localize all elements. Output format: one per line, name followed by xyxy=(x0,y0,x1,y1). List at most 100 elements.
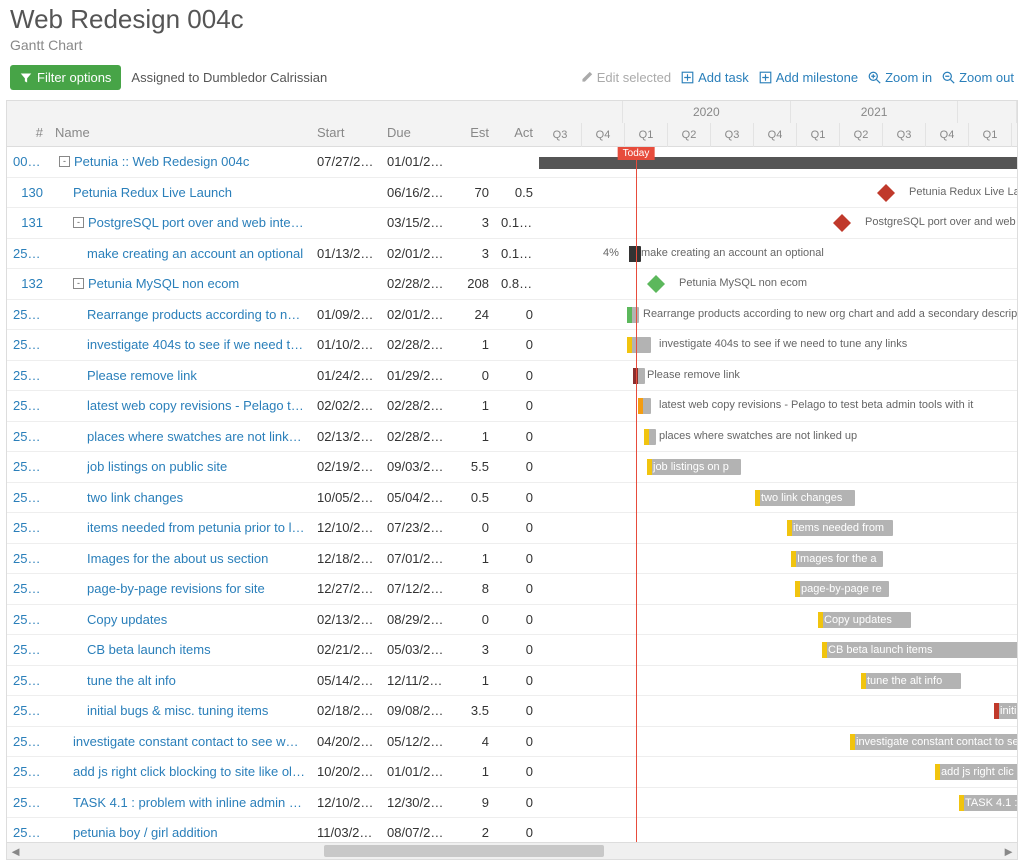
task-row[interactable]: 25169 add js right click blocking to site… xyxy=(7,757,539,788)
task-row[interactable]: 25158tune the alt info05/14/202112/11/20… xyxy=(7,666,539,697)
task-bar[interactable]: Copy updates xyxy=(818,612,911,628)
task-bar[interactable]: Images for the a xyxy=(791,551,883,567)
task-name-link[interactable]: make creating an account an optional xyxy=(87,246,303,261)
task-name-link[interactable]: Copy updates xyxy=(87,612,167,627)
scroll-right-button[interactable]: ► xyxy=(1000,843,1017,859)
collapse-toggle[interactable]: - xyxy=(73,278,84,289)
task-name-link[interactable]: Petunia MySQL non ecom xyxy=(88,276,239,291)
task-id[interactable]: 25149 xyxy=(7,612,49,627)
task-name-link[interactable]: PostgreSQL port over and web integration xyxy=(88,215,305,230)
task-name-link[interactable]: tune the alt info xyxy=(87,673,176,688)
task-bar[interactable]: TASK 4.1 : xyxy=(959,795,1017,811)
collapse-toggle[interactable]: - xyxy=(73,217,84,228)
milestone-diamond[interactable] xyxy=(647,275,665,293)
task-id[interactable]: 25169 xyxy=(7,764,49,779)
task-id[interactable]: 25157 xyxy=(7,429,49,444)
task-id[interactable]: 25135 xyxy=(7,581,49,596)
task-row[interactable]: 25123petunia boy / girl addition11/03/20… xyxy=(7,818,539,842)
task-row[interactable]: 132-Petunia MySQL non ecom02/28/20202080… xyxy=(7,269,539,300)
task-row[interactable]: 25162two link changes10/05/202005/04/202… xyxy=(7,483,539,514)
task-name-link[interactable]: Rearrange products according to new org … xyxy=(87,307,305,322)
scroll-thumb[interactable] xyxy=(324,845,604,857)
task-row[interactable]: 25144 items needed from petunia prior to … xyxy=(7,513,539,544)
col-header-name[interactable]: Name xyxy=(49,101,311,146)
col-header-act[interactable]: Act xyxy=(495,101,539,146)
task-bar[interactable]: job listings on p xyxy=(647,459,741,475)
task-name-link[interactable]: add js right click blocking to site like… xyxy=(73,764,305,779)
task-id[interactable]: 25142 xyxy=(7,459,49,474)
task-name-link[interactable]: page-by-page revisions for site xyxy=(87,581,265,596)
task-row[interactable]: 25127 make creating an account an optiona… xyxy=(7,239,539,270)
task-bar[interactable]: page-by-page re xyxy=(795,581,889,597)
task-name-link[interactable]: items needed from petunia prior to launc… xyxy=(87,520,305,535)
filter-options-button[interactable]: Filter options xyxy=(10,65,121,90)
task-row[interactable]: 25102 investigate constant contact to see… xyxy=(7,727,539,758)
task-name-link[interactable]: Petunia :: Web Redesign 004c xyxy=(74,154,249,169)
task-name-link[interactable]: places where swatches are not linked up xyxy=(87,429,305,444)
task-name-link[interactable]: latest web copy revisions - Pelago to te… xyxy=(87,398,305,413)
task-row[interactable]: 25138Please remove link01/24/202001/29/2… xyxy=(7,361,539,392)
task-row[interactable]: 25147CB beta launch items02/21/202105/03… xyxy=(7,635,539,666)
milestone-diamond[interactable] xyxy=(833,214,851,232)
task-row[interactable]: 25155 investigate 404s to see if we need … xyxy=(7,330,539,361)
col-header-due[interactable]: Due xyxy=(381,101,451,146)
scroll-left-button[interactable]: ◄ xyxy=(7,843,24,859)
task-name-link[interactable]: Images for the about us section xyxy=(87,551,268,566)
milestone-diamond[interactable] xyxy=(877,184,895,202)
task-row[interactable]: 00474-Petunia :: Web Redesign 004c07/27/… xyxy=(7,147,539,178)
summary-bar[interactable] xyxy=(539,157,1017,169)
add-milestone-button[interactable]: Add milestone xyxy=(759,70,858,85)
task-name-link[interactable]: investigate constant contact to see what… xyxy=(73,734,305,749)
task-id[interactable]: 131 xyxy=(7,215,49,230)
zoom-in-button[interactable]: Zoom in xyxy=(868,70,932,85)
task-row[interactable]: 25135page-by-page revisions for site12/2… xyxy=(7,574,539,605)
task-row[interactable]: 25108 TASK 4.1 : problem with inline admi… xyxy=(7,788,539,819)
task-row[interactable]: 25125 Rearrange products according to new… xyxy=(7,300,539,331)
edit-selected-button[interactable]: Edit selected xyxy=(580,70,671,85)
task-name-link[interactable]: Petunia Redux Live Launch xyxy=(73,185,232,200)
task-id[interactable]: 25125 xyxy=(7,307,49,322)
task-row[interactable]: 130Petunia Redux Live Launch06/16/202170… xyxy=(7,178,539,209)
task-id[interactable]: 25153 xyxy=(7,398,49,413)
zoom-out-button[interactable]: Zoom out xyxy=(942,70,1014,85)
task-id[interactable]: 00474 xyxy=(7,154,49,169)
task-id[interactable]: 25144 xyxy=(7,520,49,535)
task-name-link[interactable]: initial bugs & misc. tuning items xyxy=(87,703,268,718)
task-name-link[interactable]: job listings on public site xyxy=(87,459,227,474)
task-name-link[interactable]: Please remove link xyxy=(87,368,197,383)
task-bar[interactable]: tune the alt info xyxy=(861,673,961,689)
col-header-est[interactable]: Est xyxy=(451,101,495,146)
task-name-link[interactable]: TASK 4.1 : problem with inline admin and… xyxy=(73,795,305,810)
task-bar[interactable]: items needed from xyxy=(787,520,893,536)
task-id[interactable]: 25155 xyxy=(7,337,49,352)
task-name-link[interactable]: CB beta launch items xyxy=(87,642,211,657)
task-bar[interactable]: add js right clic xyxy=(935,764,1017,780)
task-bar[interactable]: investigate constant contact to see xyxy=(850,734,1017,750)
add-task-button[interactable]: Add task xyxy=(681,70,749,85)
task-id[interactable]: 25147 xyxy=(7,642,49,657)
task-id[interactable]: 25137 xyxy=(7,551,49,566)
task-id[interactable]: 25127 xyxy=(7,246,49,261)
task-id[interactable]: 25162 xyxy=(7,490,49,505)
task-id[interactable]: 25158 xyxy=(7,673,49,688)
task-row[interactable]: 131 -PostgreSQL port over and web integra… xyxy=(7,208,539,239)
task-id[interactable]: 25138 xyxy=(7,368,49,383)
task-id[interactable]: 130 xyxy=(7,185,49,200)
task-row[interactable]: 25141initial bugs & misc. tuning items02… xyxy=(7,696,539,727)
task-id[interactable]: 25141 xyxy=(7,703,49,718)
task-row[interactable]: 25157 places where swatches are not linke… xyxy=(7,422,539,453)
task-name-link[interactable]: two link changes xyxy=(87,490,183,505)
task-id[interactable]: 25123 xyxy=(7,825,49,840)
col-header-num[interactable]: # xyxy=(7,101,49,146)
task-id[interactable]: 132 xyxy=(7,276,49,291)
task-id[interactable]: 25108 xyxy=(7,795,49,810)
task-name-link[interactable]: petunia boy / girl addition xyxy=(73,825,218,840)
task-id[interactable]: 25102 xyxy=(7,734,49,749)
task-name-link[interactable]: investigate 404s to see if we need to tu… xyxy=(87,337,305,352)
col-header-start[interactable]: Start xyxy=(311,101,381,146)
task-bar[interactable]: CB beta launch items xyxy=(822,642,1017,658)
task-row[interactable]: 25153 latest web copy revisions - Pelago … xyxy=(7,391,539,422)
task-row[interactable]: 25149Copy updates02/13/202108/29/202100 xyxy=(7,605,539,636)
collapse-toggle[interactable]: - xyxy=(59,156,70,167)
task-bar[interactable]: two link changes xyxy=(755,490,855,506)
